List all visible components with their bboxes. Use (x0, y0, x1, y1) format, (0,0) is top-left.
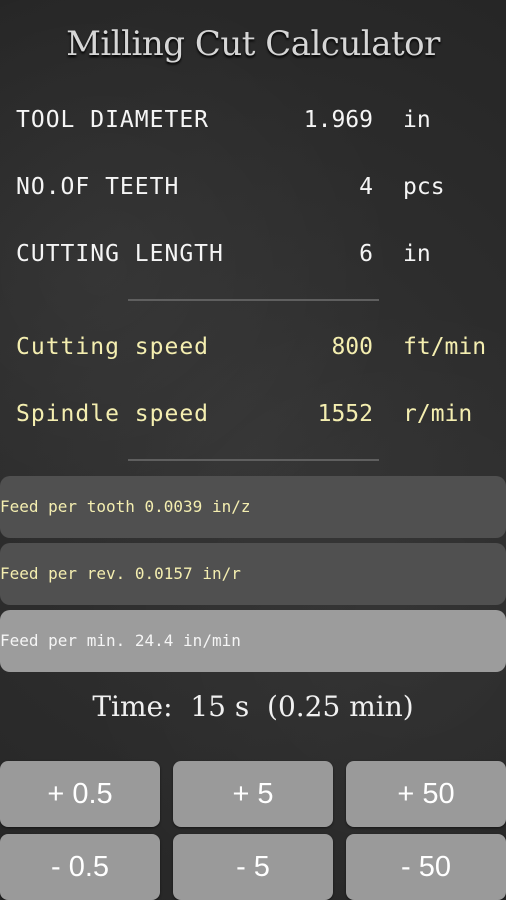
tool-diameter-unit: in (403, 107, 431, 133)
time-minutes: (0.25 min) (267, 690, 414, 723)
teeth-count-unit: pcs (403, 174, 445, 200)
minus-5-button[interactable]: - 5 (173, 834, 333, 900)
cutting-length-label: CUTTING LENGTH (16, 241, 224, 267)
minus-50-button[interactable]: - 50 (346, 834, 506, 900)
feed-per-rev-value: 0.0157 (134, 564, 193, 583)
divider (128, 299, 379, 301)
tool-diameter-row[interactable]: TOOL DIAMETER 1.969 in (0, 92, 506, 148)
spindle-speed-row[interactable]: Spindle speed 1552 r/min (0, 386, 506, 442)
plus-5-button[interactable]: + 5 (173, 761, 333, 827)
teeth-count-value[interactable]: 4 (359, 159, 373, 215)
feed-per-tooth-row[interactable]: Feed per tooth 0.0039 in/z (0, 476, 506, 538)
app-title: Milling Cut Calculator (66, 24, 440, 64)
feed-per-tooth-label: Feed per tooth (0, 497, 135, 516)
feed-per-rev-unit: in/r (202, 564, 241, 583)
feed-per-rev-label: Feed per rev. (0, 564, 126, 583)
feed-per-tooth-unit: in/z (211, 497, 251, 516)
plus-0-5-button[interactable]: + 0.5 (0, 761, 160, 827)
plus-50-button[interactable]: + 50 (346, 761, 506, 827)
cutting-speed-value[interactable]: 800 (331, 319, 373, 375)
cutting-speed-label: Cutting speed (16, 334, 210, 360)
teeth-count-label: NO.OF TEETH (16, 174, 180, 200)
spindle-speed-label: Spindle speed (16, 401, 210, 427)
divider (128, 459, 379, 461)
cutting-speed-unit: ft/min (403, 334, 487, 360)
feed-per-min-label: Feed per min. (0, 631, 126, 650)
cutting-length-value[interactable]: 6 (359, 226, 373, 282)
feed-per-min-row[interactable]: Feed per min. 24.4 in/min (0, 610, 506, 672)
feed-per-rev-row[interactable]: Feed per rev. 0.0157 in/r (0, 543, 506, 605)
teeth-count-row[interactable]: NO.OF TEETH 4 pcs (0, 159, 506, 215)
tool-diameter-label: TOOL DIAMETER (16, 107, 210, 133)
spindle-speed-value[interactable]: 1552 (318, 386, 373, 442)
tool-diameter-value[interactable]: 1.969 (304, 92, 373, 148)
time-readout: Time: 15 s (0.25 min) (0, 690, 506, 740)
feed-per-tooth-value: 0.0039 (144, 497, 203, 516)
cutting-speed-row[interactable]: Cutting speed 800 ft/min (0, 319, 506, 375)
time-seconds: 15 s (190, 690, 250, 723)
cutting-length-unit: in (403, 241, 431, 267)
time-label: Time: (92, 690, 173, 723)
spindle-speed-unit: r/min (403, 401, 473, 427)
cutting-length-row[interactable]: CUTTING LENGTH 6 in (0, 226, 506, 282)
minus-0-5-button[interactable]: - 0.5 (0, 834, 160, 900)
feed-per-min-value: 24.4 (134, 631, 174, 650)
feed-per-min-unit: in/min (183, 631, 241, 650)
